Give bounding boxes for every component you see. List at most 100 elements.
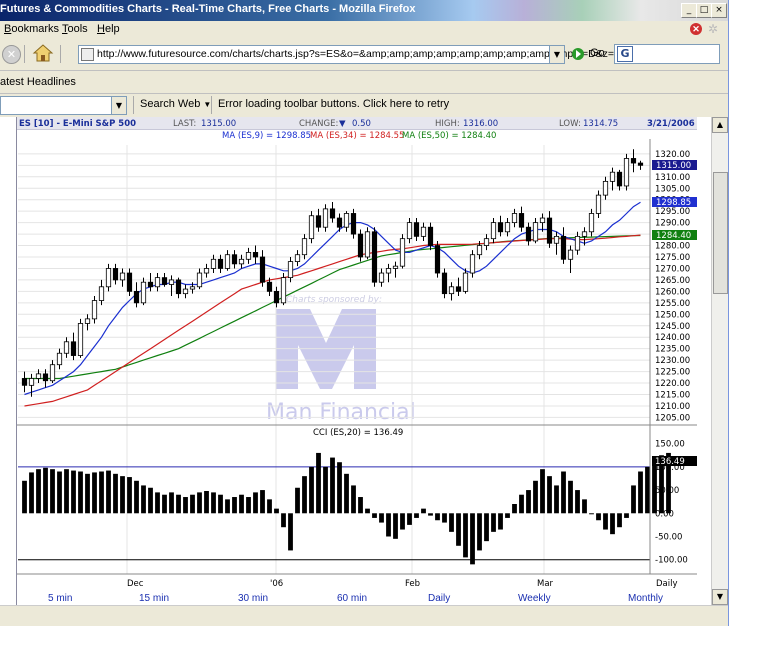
interval-60min[interactable]: 60 min [337,593,367,604]
candle-body [322,208,329,228]
cci-bar [540,469,545,514]
menu-help[interactable]: Help [97,23,120,35]
search-box[interactable]: G [614,44,720,64]
candle-body [315,215,322,228]
candle-body [553,235,560,244]
interval-weekly[interactable]: Weekly [518,593,551,604]
go-arrow-icon [572,48,584,60]
cci-bar [134,480,139,514]
candle-body [301,238,308,256]
cci-label: CCI (ES,20) = 136.49 [313,428,403,438]
vertical-scrollbar[interactable]: ▲ ▼ [711,117,728,605]
stop-button[interactable]: ✕ [2,45,21,64]
menu-bookmarks[interactable]: Bookmarks [4,23,59,35]
candle-body [539,217,546,224]
bookmark-latest-headlines[interactable]: atest Headlines [0,76,76,88]
menu-tools[interactable]: Tools [62,23,88,35]
candle-body [476,245,483,256]
cci-bar [148,487,153,514]
candle-body [245,252,252,260]
candle-body [588,213,595,233]
candle-body [238,258,245,265]
cci-bar [575,490,580,514]
close-button[interactable]: × [711,3,727,18]
interval-monthly[interactable]: Monthly [628,593,663,604]
menu-bar: Bookmarks Tools Help ✕ ✲ [0,21,728,39]
cci-bar [386,513,391,537]
cci-bar [330,457,335,514]
cci-bar [64,469,69,514]
cci-bar [512,504,517,514]
toolbar-dropdown-button[interactable]: ▼ [111,97,126,114]
candle-body [203,268,210,274]
candle-body [602,180,609,196]
toolbar-search-input[interactable]: ▼ [0,96,127,115]
candle-body [287,261,294,279]
y-tick-label: 1265.00 [655,276,690,286]
scroll-up-button[interactable]: ▲ [712,117,728,133]
cci-bar [533,480,538,514]
interval-5min[interactable]: 5 min [48,593,72,604]
candle-body [126,272,133,292]
search-web-button[interactable]: Search Web ▼ [140,98,211,110]
candle-body [469,254,476,274]
cci-bar [43,467,48,514]
candle-body [140,281,147,304]
y-tick-label: 1320.00 [655,150,690,160]
candle-body [546,217,553,244]
maximize-button[interactable]: □ [696,3,712,18]
cci-bar [645,466,650,514]
y-tick-label: 1270.00 [655,264,690,274]
candle-body [133,290,140,304]
cci-bar [498,513,503,530]
candle-body [399,238,406,267]
interval-15min[interactable]: 15 min [139,593,169,604]
candle-body [637,162,644,166]
cci-bar [162,494,167,514]
scroll-thumb[interactable] [713,172,728,294]
cci-bar [603,513,608,530]
candle-body [77,323,84,356]
url-bar[interactable]: http://www.futuresource.com/charts/chart… [78,45,614,64]
y-tick-label: 1230.00 [655,356,690,366]
candle-body [357,233,364,258]
cci-bar [316,452,321,514]
cci-bar [561,471,566,514]
cci-bar [442,513,447,523]
candle-body [175,279,182,295]
candle-body [497,222,504,233]
cci-bar [302,476,307,514]
sponsor-text: Charts sponsored by: [286,295,382,305]
cci-bar [281,513,286,528]
cci-bar [260,490,265,514]
cci-bar [379,513,384,523]
cci-bar [267,499,272,514]
scroll-down-button[interactable]: ▼ [712,589,728,605]
candle-body [364,231,371,258]
price-chart[interactable]: Charts sponsored by: Man Financial 1320.… [0,117,711,605]
candle-body [105,268,112,288]
cci-bar [358,497,363,514]
cci-bar [232,497,237,514]
cci-bar [344,473,349,514]
candle-body [266,281,273,292]
cci-bar [372,513,377,518]
interval-daily[interactable]: Daily [428,593,450,604]
cci-bar [596,513,601,521]
cci-bar [638,471,643,514]
cci-bar [421,508,426,514]
candle-body [595,194,602,214]
interval-30min[interactable]: 30 min [238,593,268,604]
home-button[interactable] [32,43,54,63]
toolbar-error-link[interactable]: Error loading toolbar buttons. Click her… [218,98,449,110]
url-dropdown-button[interactable]: ▼ [549,46,564,63]
cci-bar [78,471,83,514]
x-label-dec: Dec [127,579,144,589]
candle-body [112,268,119,281]
candle-body [434,245,441,274]
candle-body [91,300,98,320]
minimize-button[interactable]: _ [681,3,697,18]
cci-bar [50,469,55,514]
cci-bar [428,513,433,516]
y-tick-label: 1205.00 [655,413,690,423]
